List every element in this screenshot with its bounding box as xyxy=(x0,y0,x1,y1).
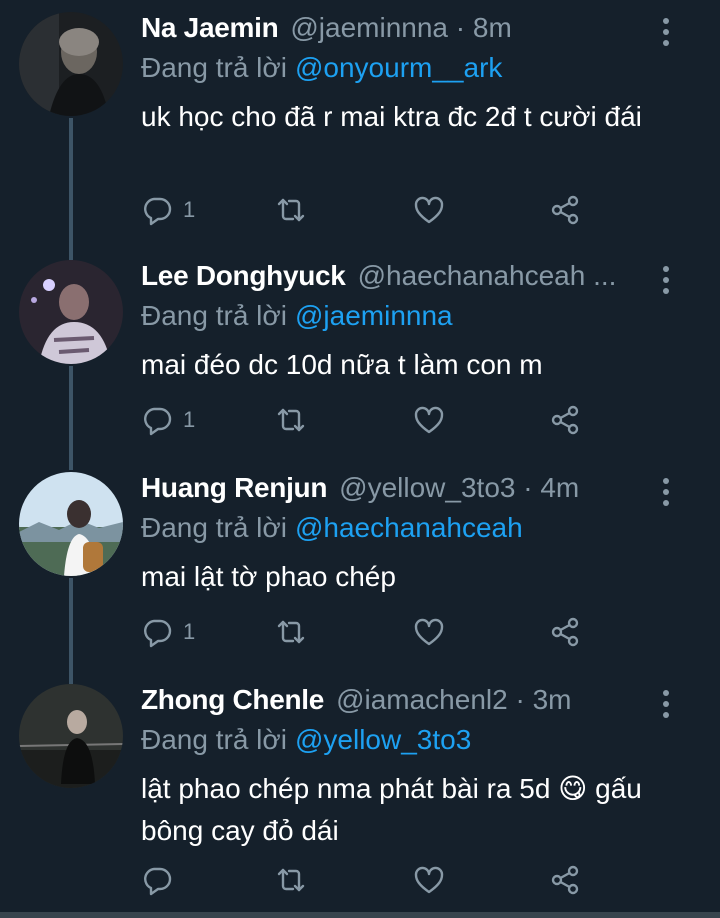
reply-mention[interactable]: @yellow_3to3 xyxy=(295,724,471,755)
share-icon xyxy=(551,195,579,225)
tweet-1[interactable]: Na Jaemin @jaeminnna · 8m Đang trả lời @on… xyxy=(0,12,720,242)
tweet-text: uk học cho đã r mai ktra đc 2đ t cười đá… xyxy=(141,101,642,132)
reply-button[interactable]: 1 xyxy=(141,400,195,440)
reply-button[interactable]: 1 xyxy=(141,612,195,652)
reply-button[interactable] xyxy=(141,860,183,900)
handle-and-time: @haechanahceah ... xyxy=(357,260,617,291)
reply-icon xyxy=(144,867,172,896)
more-icon[interactable] xyxy=(655,266,677,300)
display-name[interactable]: Zhong Chenle xyxy=(141,684,324,715)
reply-icon xyxy=(144,197,172,226)
tweet-text: lật phao chép nma phát bài ra 5d 😋 gấu b… xyxy=(141,773,642,846)
share-button[interactable] xyxy=(549,190,581,230)
replying-label: Đang trả lời xyxy=(141,52,287,83)
action-bar xyxy=(141,860,601,900)
share-button[interactable] xyxy=(549,400,581,440)
replying-to: Đang trả lời @haechanahceah xyxy=(141,512,523,544)
handle-and-time: @jaeminnna · 8m xyxy=(290,12,512,43)
tweet-text: mai lật tờ phao chép xyxy=(141,561,396,592)
retweet-icon xyxy=(277,620,305,644)
more-icon[interactable] xyxy=(655,690,677,724)
share-button[interactable] xyxy=(549,860,581,900)
like-icon xyxy=(414,196,444,224)
reply-count: 1 xyxy=(183,407,196,432)
tweet-3[interactable]: Huang Renjun @yellow_3to3 · 4m Đang trả l… xyxy=(0,472,720,672)
retweet-button[interactable] xyxy=(275,860,307,900)
retweet-button[interactable] xyxy=(275,190,307,230)
replying-label: Đang trả lời xyxy=(141,512,287,543)
like-icon xyxy=(414,618,444,646)
replying-label: Đang trả lời xyxy=(141,724,287,755)
reply-mention[interactable]: @onyourm__ark xyxy=(295,52,502,83)
reply-mention[interactable]: @jaeminnna xyxy=(295,300,453,331)
avatar[interactable] xyxy=(19,260,123,364)
like-icon xyxy=(414,866,444,894)
share-icon xyxy=(551,865,579,895)
more-icon[interactable] xyxy=(655,18,677,52)
reply-button[interactable]: 1 xyxy=(141,190,195,230)
like-icon xyxy=(414,406,444,434)
bottom-divider xyxy=(0,912,720,918)
reply-count: 1 xyxy=(183,197,196,222)
reply-count: 1 xyxy=(183,619,196,644)
share-button[interactable] xyxy=(549,612,581,652)
like-button[interactable] xyxy=(413,190,445,230)
action-bar: 1 xyxy=(141,190,601,230)
like-button[interactable] xyxy=(413,612,445,652)
reply-icon xyxy=(144,619,172,648)
tweet-4[interactable]: Zhong Chenle @iamachenl2 · 3m Đang trả lờ… xyxy=(0,684,720,910)
display-name[interactable]: Na Jaemin xyxy=(141,12,279,43)
action-bar: 1 xyxy=(141,612,601,652)
handle-and-time: @yellow_3to3 · 4m xyxy=(339,472,580,503)
display-name[interactable]: Huang Renjun xyxy=(141,472,327,503)
retweet-icon xyxy=(277,198,305,222)
tweet-2[interactable]: Lee Donghyuck @haechanahceah ... Đang trả… xyxy=(0,260,720,460)
display-name[interactable]: Lee Donghyuck xyxy=(141,260,346,291)
share-icon xyxy=(551,405,579,435)
more-icon[interactable] xyxy=(655,478,677,512)
tweet-text: mai đéo dc 10d nữa t làm con m xyxy=(141,349,543,380)
avatar[interactable] xyxy=(19,684,123,788)
replying-label: Đang trả lời xyxy=(141,300,287,331)
like-button[interactable] xyxy=(413,860,445,900)
replying-to: Đang trả lời @yellow_3to3 xyxy=(141,724,471,756)
retweet-button[interactable] xyxy=(275,400,307,440)
reply-icon xyxy=(144,407,172,436)
action-bar: 1 xyxy=(141,400,601,440)
replying-to: Đang trả lời @onyourm__ark xyxy=(141,52,502,84)
handle-and-time: @iamachenl2 · 3m xyxy=(336,684,572,715)
reply-mention[interactable]: @haechanahceah xyxy=(295,512,523,543)
retweet-icon xyxy=(277,408,305,432)
like-button[interactable] xyxy=(413,400,445,440)
retweet-button[interactable] xyxy=(275,612,307,652)
replying-to: Đang trả lời @jaeminnna xyxy=(141,300,453,332)
share-icon xyxy=(551,617,579,647)
avatar[interactable] xyxy=(19,472,123,576)
retweet-icon xyxy=(277,868,305,892)
avatar[interactable] xyxy=(19,12,123,116)
